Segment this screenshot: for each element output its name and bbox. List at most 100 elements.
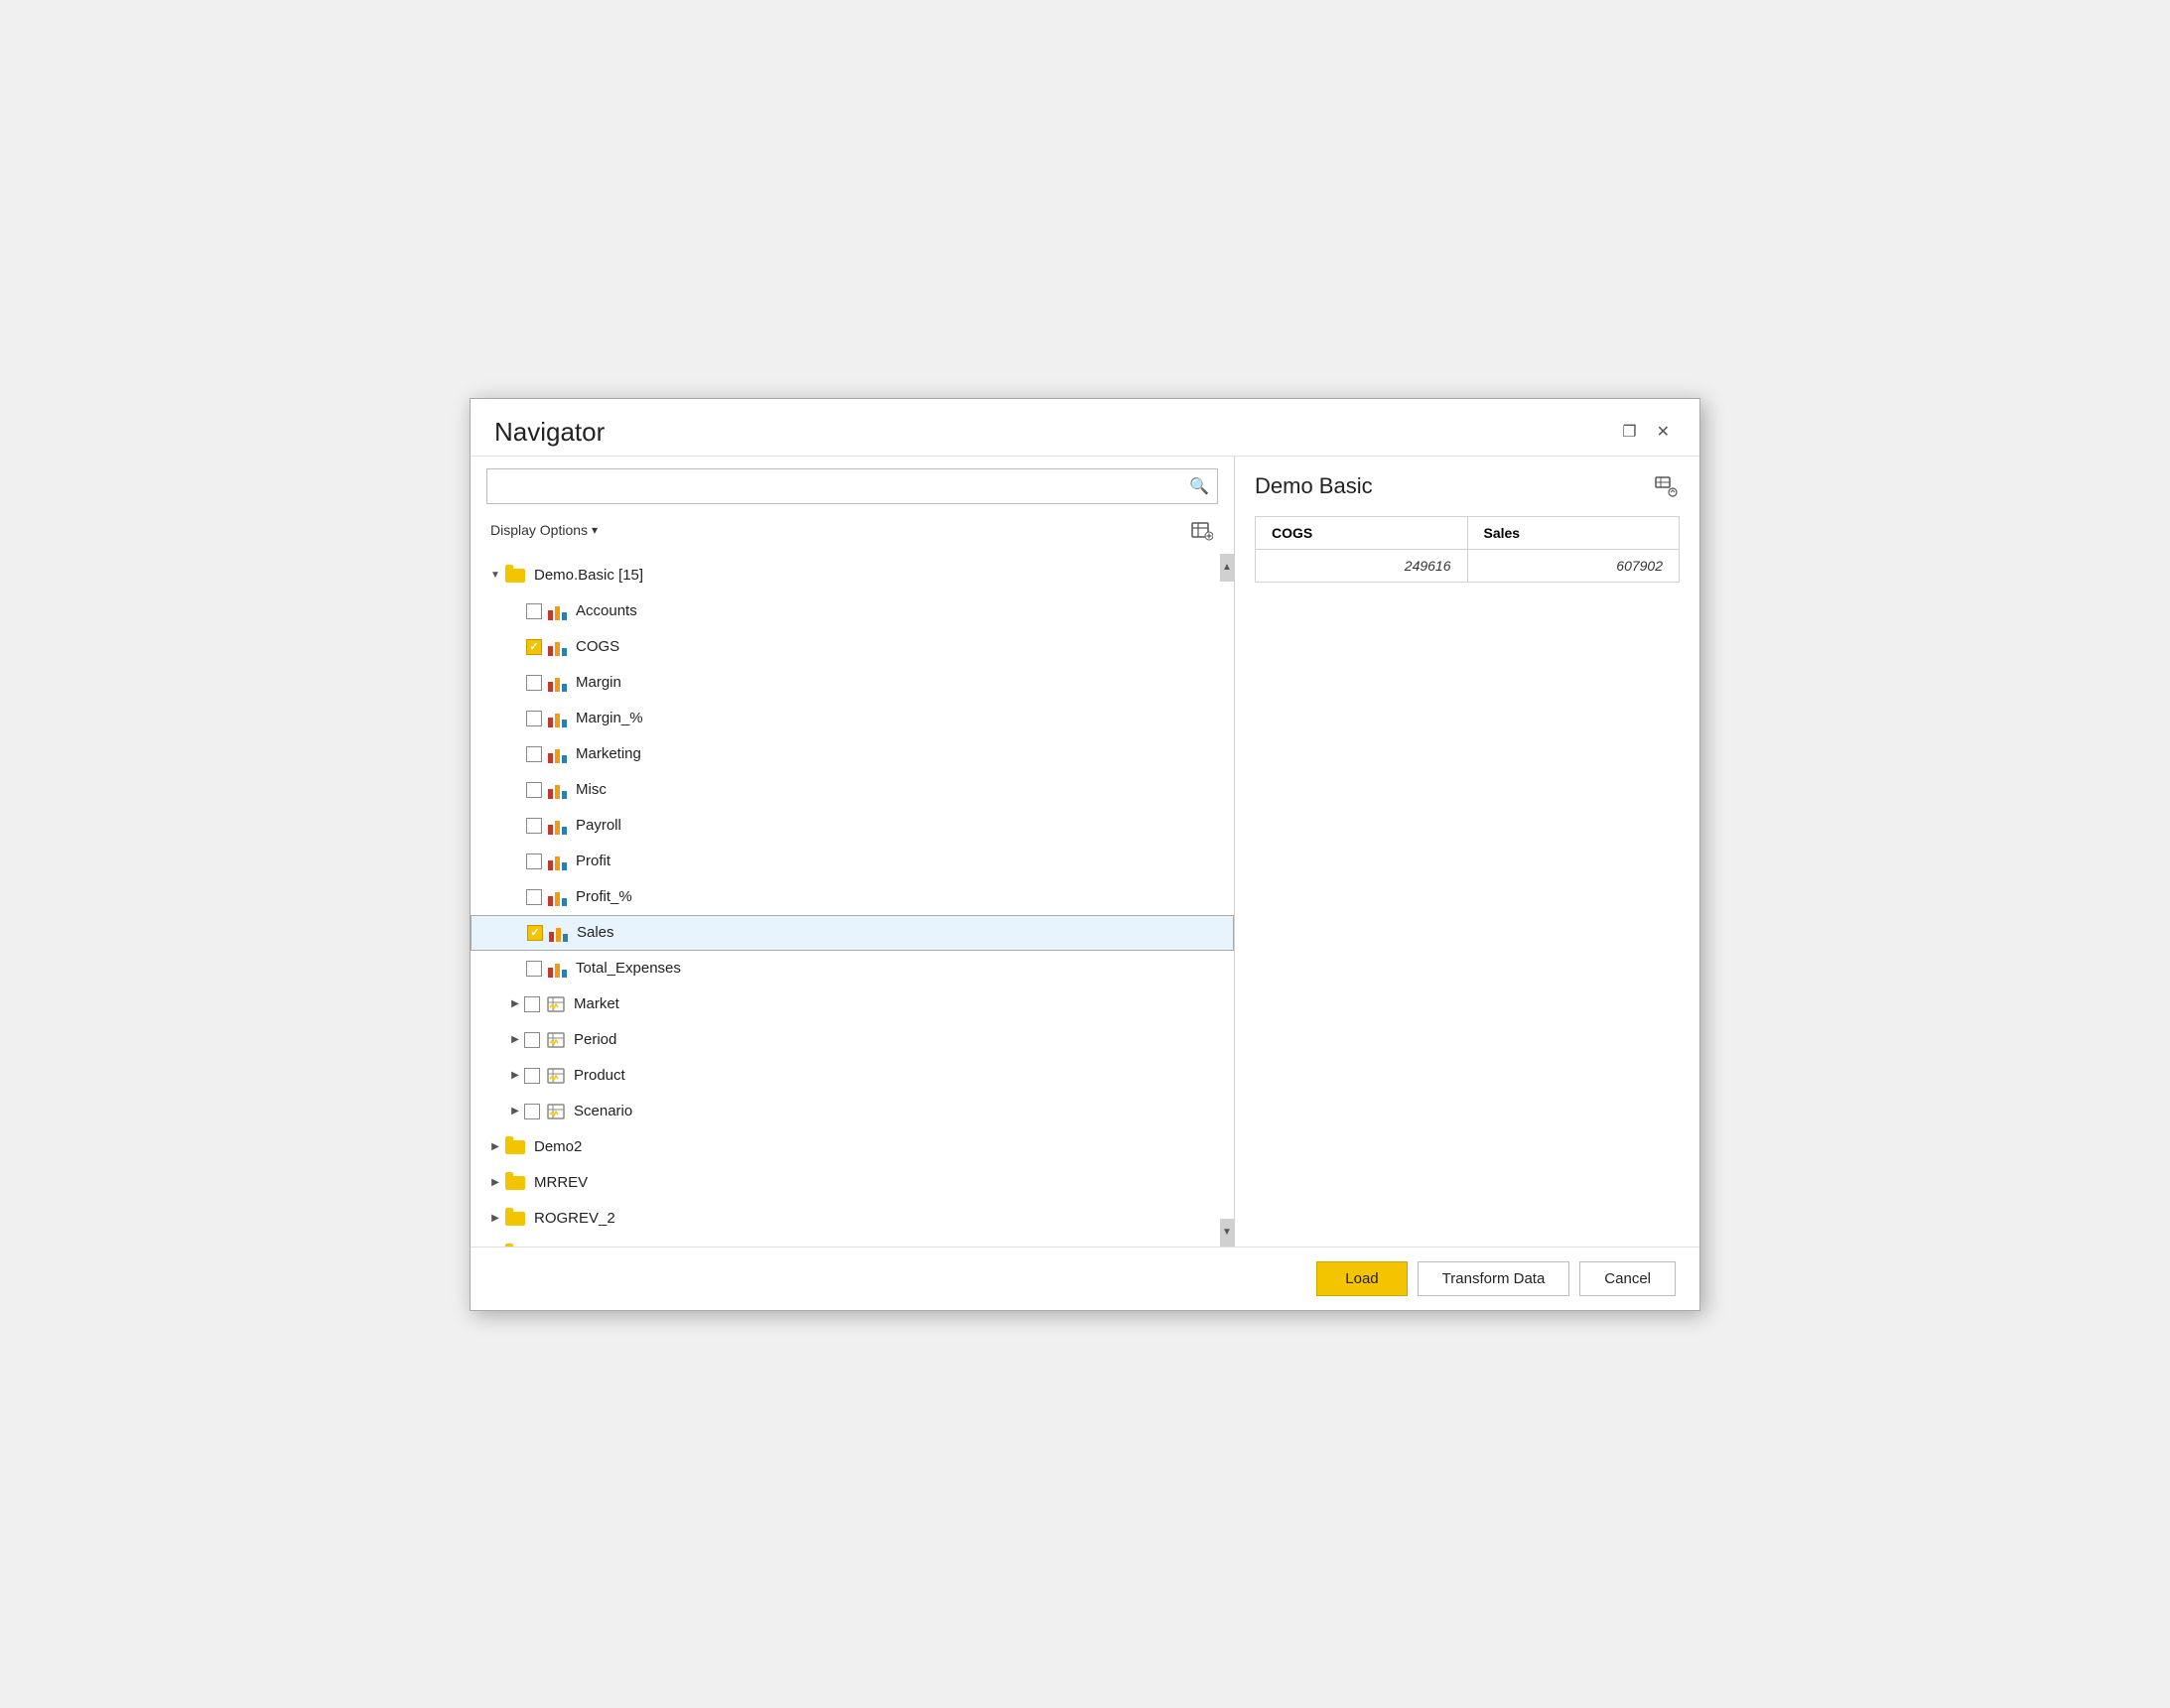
tree-node-accounts[interactable]: Accounts (471, 593, 1234, 629)
checkbox-profit-pct[interactable] (526, 889, 542, 905)
main-content: 🔍 Display Options (471, 456, 1699, 1247)
col-header-cogs: COGS (1256, 516, 1468, 549)
measure-icon-margin (548, 674, 568, 692)
checkbox-period[interactable] (524, 1032, 540, 1048)
col-header-sales: Sales (1467, 516, 1680, 549)
dimension-icon-period (546, 1031, 566, 1049)
tree-node-margin-pct[interactable]: Margin_% (471, 701, 1234, 736)
dimension-icon-scenario (546, 1103, 566, 1120)
checkbox-payroll[interactable] (526, 818, 542, 834)
folder-icon-rogrev2 (504, 1210, 526, 1228)
label-marketing: Marketing (576, 745, 641, 762)
restore-button[interactable]: ❐ (1616, 420, 1642, 444)
tree-node-payroll[interactable]: Payroll (471, 808, 1234, 844)
checkbox-margin[interactable] (526, 675, 542, 691)
preview-table: COGS Sales 249616 607902 (1255, 516, 1680, 583)
title-bar-controls: ❐ ✕ (1616, 420, 1676, 444)
checkbox-cogs[interactable] (526, 639, 542, 655)
demo-basic-label: Demo.Basic [15] (534, 567, 643, 584)
expander-product: ▶ (506, 1067, 524, 1085)
tree-node-sales[interactable]: Sales (471, 915, 1234, 951)
expander-scenario: ▶ (506, 1103, 524, 1120)
display-options-button[interactable]: Display Options (486, 520, 602, 540)
expander-icon: ▼ (486, 567, 504, 585)
measure-icon-payroll (548, 817, 568, 835)
scroll-up-arrow[interactable]: ▲ (1220, 554, 1234, 582)
search-input-wrapper: 🔍 (486, 468, 1218, 504)
tree-list[interactable]: ▼ Demo.Basic [15] (471, 554, 1234, 1247)
display-options-row: Display Options (471, 510, 1234, 554)
expander-demo2: ▶ (486, 1138, 504, 1156)
checkbox-sales[interactable] (527, 925, 543, 941)
tree-node-misc[interactable]: Misc (471, 772, 1234, 808)
expander-market: ▶ (506, 995, 524, 1013)
transform-data-button[interactable]: Transform Data (1418, 1261, 1570, 1296)
tree-node-scenario[interactable]: ▶ Scenario (471, 1094, 1234, 1129)
tree-node-cogs[interactable]: COGS (471, 629, 1234, 665)
label-demo2: Demo2 (534, 1138, 582, 1155)
cell-sales: 607902 (1467, 549, 1680, 582)
expander-mrrev: ▶ (486, 1174, 504, 1192)
label-mrrev: MRREV (534, 1174, 588, 1191)
label-payroll: Payroll (576, 817, 621, 834)
expander-rogrev2: ▶ (486, 1210, 504, 1228)
table-row: 249616 607902 (1256, 549, 1680, 582)
cancel-button[interactable]: Cancel (1579, 1261, 1676, 1296)
checkbox-accounts[interactable] (526, 603, 542, 619)
checkbox-margin-pct[interactable] (526, 711, 542, 726)
dimension-icon-product (546, 1067, 566, 1085)
tree-node-profit[interactable]: Profit (471, 844, 1234, 879)
load-button[interactable]: Load (1316, 1261, 1407, 1296)
measure-icon-marketing (548, 745, 568, 763)
label-total-expenses: Total_Expenses (576, 960, 681, 977)
checkbox-market[interactable] (524, 996, 540, 1012)
label-margin-pct: Margin_% (576, 710, 643, 726)
tree-node-marketing[interactable]: Marketing (471, 736, 1234, 772)
search-bar-row: 🔍 (471, 457, 1234, 510)
checkbox-misc[interactable] (526, 782, 542, 798)
close-button[interactable]: ✕ (1651, 420, 1676, 444)
tree-node-demo-basic[interactable]: ▼ Demo.Basic [15] (471, 558, 1234, 593)
tree-node-total-expenses[interactable]: Total_Expenses (471, 951, 1234, 986)
search-input[interactable] (495, 478, 1189, 494)
folder-icon (504, 567, 526, 585)
label-rogrev2: ROGREV_2 (534, 1210, 615, 1227)
tree-node-roguerev[interactable]: ▶ ROGUEREV (471, 1237, 1234, 1247)
preview-title: Demo Basic (1255, 473, 1373, 499)
expander-roguerev: ▶ (486, 1246, 504, 1247)
dialog-title: Navigator (494, 417, 605, 448)
tree-node-product[interactable]: ▶ Product (471, 1058, 1234, 1094)
tree-node-market[interactable]: ▶ Market (471, 986, 1234, 1022)
tree-node-profit-pct[interactable]: Profit_% (471, 879, 1234, 915)
folder-icon-mrrev (504, 1174, 526, 1192)
checkbox-product[interactable] (524, 1068, 540, 1084)
label-profit-pct: Profit_% (576, 888, 632, 905)
footer: Load Transform Data Cancel (471, 1247, 1699, 1310)
tree-node-margin[interactable]: Margin (471, 665, 1234, 701)
search-icon-button[interactable]: 🔍 (1189, 476, 1209, 496)
checkbox-scenario[interactable] (524, 1104, 540, 1119)
label-sales: Sales (577, 924, 614, 941)
label-scenario: Scenario (574, 1103, 632, 1119)
measure-icon-accounts (548, 602, 568, 620)
measure-icon-sales (549, 924, 569, 942)
label-period: Period (574, 1031, 616, 1048)
tree-area: ▼ Demo.Basic [15] (471, 554, 1234, 1247)
checkbox-total-expenses[interactable] (526, 961, 542, 977)
tree-node-rogrev2[interactable]: ▶ ROGREV_2 (471, 1201, 1234, 1237)
label-accounts: Accounts (576, 602, 637, 619)
navigator-dialog: Navigator ❐ ✕ 🔍 Display Options (470, 398, 1700, 1311)
measure-icon-profit (548, 853, 568, 870)
tree-node-mrrev[interactable]: ▶ MRREV (471, 1165, 1234, 1201)
preview-mode-icon[interactable] (1652, 472, 1680, 500)
label-product: Product (574, 1067, 625, 1084)
checkbox-profit[interactable] (526, 854, 542, 869)
checkbox-marketing[interactable] (526, 746, 542, 762)
add-table-icon[interactable] (1186, 514, 1218, 546)
label-market: Market (574, 995, 619, 1012)
tree-node-period[interactable]: ▶ Period (471, 1022, 1234, 1058)
scroll-down-arrow[interactable]: ▼ (1220, 1219, 1234, 1247)
tree-node-demo2[interactable]: ▶ Demo2 (471, 1129, 1234, 1165)
left-panel: 🔍 Display Options (471, 457, 1235, 1247)
expander-period: ▶ (506, 1031, 524, 1049)
